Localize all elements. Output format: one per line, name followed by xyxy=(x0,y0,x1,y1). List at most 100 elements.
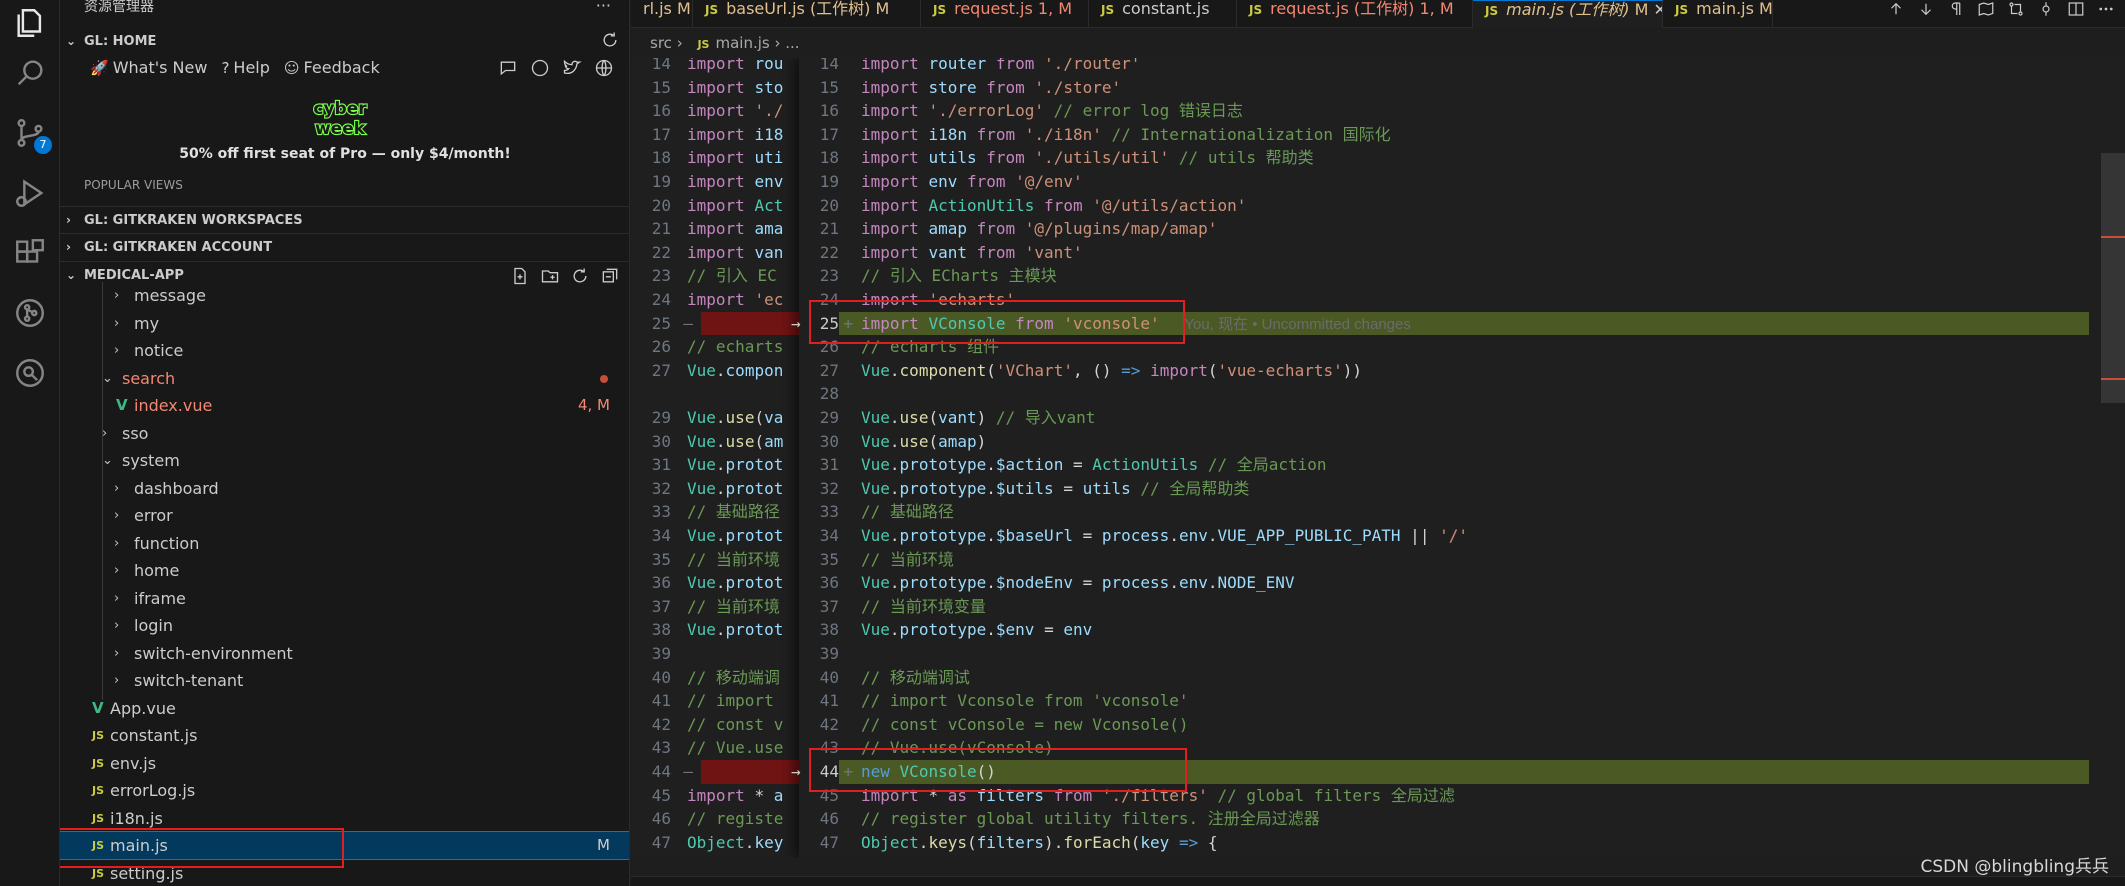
tree-item-dashboard[interactable]: › dashboard xyxy=(60,475,629,502)
code-line[interactable]: import env from '@/env' xyxy=(861,170,1083,194)
code-line[interactable]: import * a xyxy=(687,784,783,808)
code-line[interactable]: import ActionUtils from '@/utils/action' xyxy=(861,194,1246,218)
section-gl-home[interactable]: ⌄ GL: HOME xyxy=(60,28,629,55)
code-line[interactable]: import ama xyxy=(687,217,783,241)
code-line[interactable]: // registe xyxy=(687,807,783,831)
code-line[interactable]: // 移动端调 xyxy=(687,666,780,690)
code-line[interactable]: Vue.use(amap) xyxy=(861,430,986,454)
code-line[interactable]: Vue.prototype.$nodeEnv = process.env.NOD… xyxy=(861,571,1295,595)
code-line[interactable]: import sto xyxy=(687,76,783,100)
help-link[interactable]: ? Help xyxy=(221,58,269,77)
code-line[interactable]: // import xyxy=(687,689,783,713)
tree-item-app-vue[interactable]: V App.vue xyxy=(60,695,629,722)
tree-item-env-js[interactable]: JS env.js xyxy=(60,750,629,777)
code-line[interactable]: import env xyxy=(687,170,783,194)
open-changes-icon[interactable] xyxy=(2037,0,2055,18)
breadcrumb-file[interactable]: main.js xyxy=(715,34,769,52)
code-line[interactable]: import './ xyxy=(687,99,783,123)
code-line[interactable]: import i18n from './i18n' // Internation… xyxy=(861,123,1391,147)
code-line[interactable]: Vue.compon xyxy=(687,359,783,383)
code-line[interactable]: Vue.protot xyxy=(687,453,783,477)
tree-item-switch-tenant[interactable]: › switch-tenant xyxy=(60,667,629,694)
code-line[interactable]: Vue.use(va xyxy=(687,406,783,430)
code-line[interactable]: Vue.prototype.$action = ActionUtils // 全… xyxy=(861,453,1327,477)
code-line[interactable]: // const vConsole = new Vconsole() xyxy=(861,713,1189,737)
code-line[interactable]: Vue.prototype.$baseUrl = process.env.VUE… xyxy=(861,524,1468,548)
pilcrow-icon[interactable] xyxy=(1947,0,1965,18)
code-line[interactable]: // 当前环境变量 xyxy=(861,595,986,619)
diff-original-pane[interactable]: 14 import rou 15 import sto 16 import './ 17 im… xyxy=(631,58,799,858)
code-line[interactable]: // register global utility filters. 注册全局… xyxy=(861,807,1320,831)
code-line[interactable]: import i18 xyxy=(687,123,783,147)
tree-item-function[interactable]: › function xyxy=(60,530,629,557)
code-line[interactable]: import 'ec xyxy=(687,288,783,312)
tree-item-switch-environment[interactable]: › switch-environment xyxy=(60,640,629,667)
split-editor-icon[interactable] xyxy=(2067,0,2085,18)
scrollbar-thumb[interactable] xyxy=(2101,153,2125,403)
code-line[interactable]: Vue.use(vant) // 导入vant xyxy=(861,406,1095,430)
code-line[interactable]: // const v xyxy=(687,713,783,737)
tree-item-login[interactable]: › login xyxy=(60,612,629,639)
chat-icon[interactable] xyxy=(498,58,518,78)
code-line[interactable]: import rou xyxy=(687,58,783,76)
code-line[interactable]: // 当前环境 xyxy=(687,595,780,619)
code-line[interactable]: // 引入 ECharts 主模块 xyxy=(861,264,1057,288)
code-line[interactable]: Object.key xyxy=(687,831,783,855)
tree-item-notice[interactable]: › notice xyxy=(60,337,629,364)
code-line[interactable]: // 当前环境 xyxy=(861,548,954,572)
gitlens-icon[interactable] xyxy=(13,296,47,330)
close-icon[interactable]: ✕ xyxy=(1648,1,1663,19)
section-gitkraken-account[interactable]: › GL: GITKRAKEN ACCOUNT xyxy=(60,233,629,260)
section-gitkraken-workspaces[interactable]: › GL: GITKRAKEN WORKSPACES xyxy=(60,206,629,233)
extensions-icon[interactable] xyxy=(13,236,47,270)
refresh-icon[interactable] xyxy=(600,30,620,50)
code-line[interactable]: // 基础路径 xyxy=(687,500,780,524)
code-line[interactable]: Vue.component('VChart', () => import('vu… xyxy=(861,359,1362,383)
map-icon[interactable] xyxy=(1977,0,1995,18)
code-line[interactable]: Vue.prototype.$env = env xyxy=(861,618,1092,642)
tab-6[interactable]: JS main.js M xyxy=(1663,0,1773,28)
code-line[interactable]: import utils from './utils/util' // util… xyxy=(861,146,1314,170)
whats-new-link[interactable]: 🚀 What's New xyxy=(90,58,207,77)
tab-5[interactable]: JS main.js (工作树) M ✕ xyxy=(1473,0,1663,28)
globe-icon[interactable] xyxy=(594,58,614,78)
github-icon[interactable] xyxy=(530,58,550,78)
more-icon[interactable] xyxy=(2097,0,2115,18)
promo-text[interactable]: 50% off first seat of Pro — only $4/mont… xyxy=(60,146,629,162)
breadcrumb-folder[interactable]: src xyxy=(650,34,672,52)
code-line[interactable]: // import Vconsole from 'vconsole' xyxy=(861,689,1189,713)
code-line[interactable]: // 移动端调试 xyxy=(861,666,970,690)
tree-item-iframe[interactable]: › iframe xyxy=(60,585,629,612)
code-line[interactable]: import store from './store' xyxy=(861,76,1121,100)
tab-0[interactable]: rl.js M xyxy=(631,0,693,28)
code-line[interactable]: import Act xyxy=(687,194,783,218)
code-line[interactable]: import van xyxy=(687,241,783,265)
tree-item-search[interactable]: ⌄ search xyxy=(60,365,629,392)
feedback-link[interactable]: ☺ Feedback xyxy=(284,58,380,77)
tab-3[interactable]: JS constant.js xyxy=(1089,0,1237,28)
code-line[interactable]: Object.keys(filters).forEach(key => { xyxy=(861,831,1218,855)
tree-item-errorlog-js[interactable]: JS errorLog.js xyxy=(60,777,629,804)
search-icon[interactable] xyxy=(13,56,47,90)
gitlens-inspect-icon[interactable] xyxy=(13,356,47,390)
tree-item-constant-js[interactable]: JS constant.js xyxy=(60,722,629,749)
code-line[interactable]: import './errorLog' // error log 错误日志 xyxy=(861,99,1243,123)
cyber-week-logo[interactable]: cyber week xyxy=(290,98,390,138)
code-line[interactable]: // 引入 EC xyxy=(687,264,777,288)
code-line[interactable]: import router from './router' xyxy=(861,58,1140,76)
tree-item-my[interactable]: › my xyxy=(60,310,629,337)
explorer-icon[interactable] xyxy=(13,6,47,40)
code-line[interactable]: Vue.prototype.$utils = utils // 全局帮助类 xyxy=(861,477,1249,501)
code-line[interactable]: Vue.protot xyxy=(687,477,783,501)
twitter-icon[interactable] xyxy=(562,58,582,78)
code-line[interactable]: import uti xyxy=(687,146,783,170)
code-line[interactable]: import vant from 'vant' xyxy=(861,241,1083,265)
tree-item-index-vue[interactable]: Vindex.vue 4, M xyxy=(60,392,629,419)
tree-item-error[interactable]: › error xyxy=(60,502,629,529)
tab-2[interactable]: JS request.js 1, M xyxy=(921,0,1089,28)
tab-4[interactable]: JS request.js (工作树) 1, M xyxy=(1237,0,1473,28)
more-actions-icon[interactable]: ··· xyxy=(596,0,611,15)
arrow-up-icon[interactable] xyxy=(1887,0,1905,18)
code-line[interactable]: Vue.protot xyxy=(687,524,783,548)
diff-modified-pane[interactable]: 14 import router from './router' 15 import … xyxy=(791,58,2125,858)
